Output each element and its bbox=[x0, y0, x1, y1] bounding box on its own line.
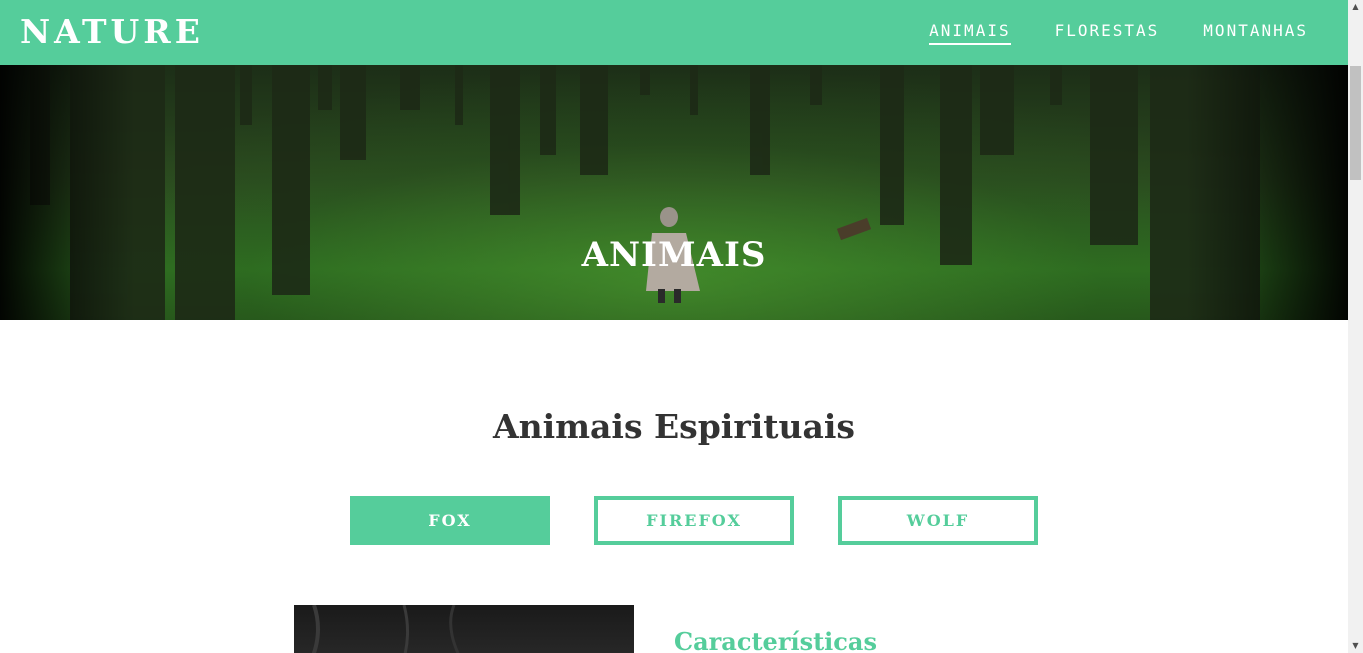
tab-firefox[interactable]: FIREFOX bbox=[594, 496, 794, 545]
page: NATURE ANIMAIS FLORESTAS MONTANHAS ANIMA… bbox=[0, 0, 1348, 653]
page-scrollbar[interactable]: ▲ ▼ bbox=[1348, 0, 1363, 653]
nav-link-animais[interactable]: ANIMAIS bbox=[929, 21, 1011, 45]
animal-photo bbox=[294, 605, 634, 653]
arrow-up-icon[interactable]: ▲ bbox=[1348, 0, 1363, 14]
top-navbar: NATURE ANIMAIS FLORESTAS MONTANHAS bbox=[0, 0, 1348, 65]
nav-link-florestas[interactable]: FLORESTAS bbox=[1055, 21, 1160, 45]
characteristics-heading: Características bbox=[674, 627, 877, 653]
hero-vignette bbox=[0, 65, 1348, 320]
animal-tabs: FOX FIREFOX WOLF bbox=[350, 496, 1038, 545]
arrow-down-icon[interactable]: ▼ bbox=[1348, 639, 1363, 653]
site-logo[interactable]: NATURE bbox=[20, 10, 204, 54]
main-nav: ANIMAIS FLORESTAS MONTANHAS bbox=[929, 0, 1308, 65]
scrollbar-thumb[interactable] bbox=[1350, 66, 1361, 180]
section-title: Animais Espirituais bbox=[492, 407, 856, 446]
nav-link-montanhas[interactable]: MONTANHAS bbox=[1203, 21, 1308, 45]
hero-title: ANIMAIS bbox=[581, 235, 767, 275]
tab-fox[interactable]: FOX bbox=[350, 496, 550, 545]
tab-wolf[interactable]: WOLF bbox=[838, 496, 1038, 545]
hero-banner: ANIMAIS bbox=[0, 65, 1348, 320]
